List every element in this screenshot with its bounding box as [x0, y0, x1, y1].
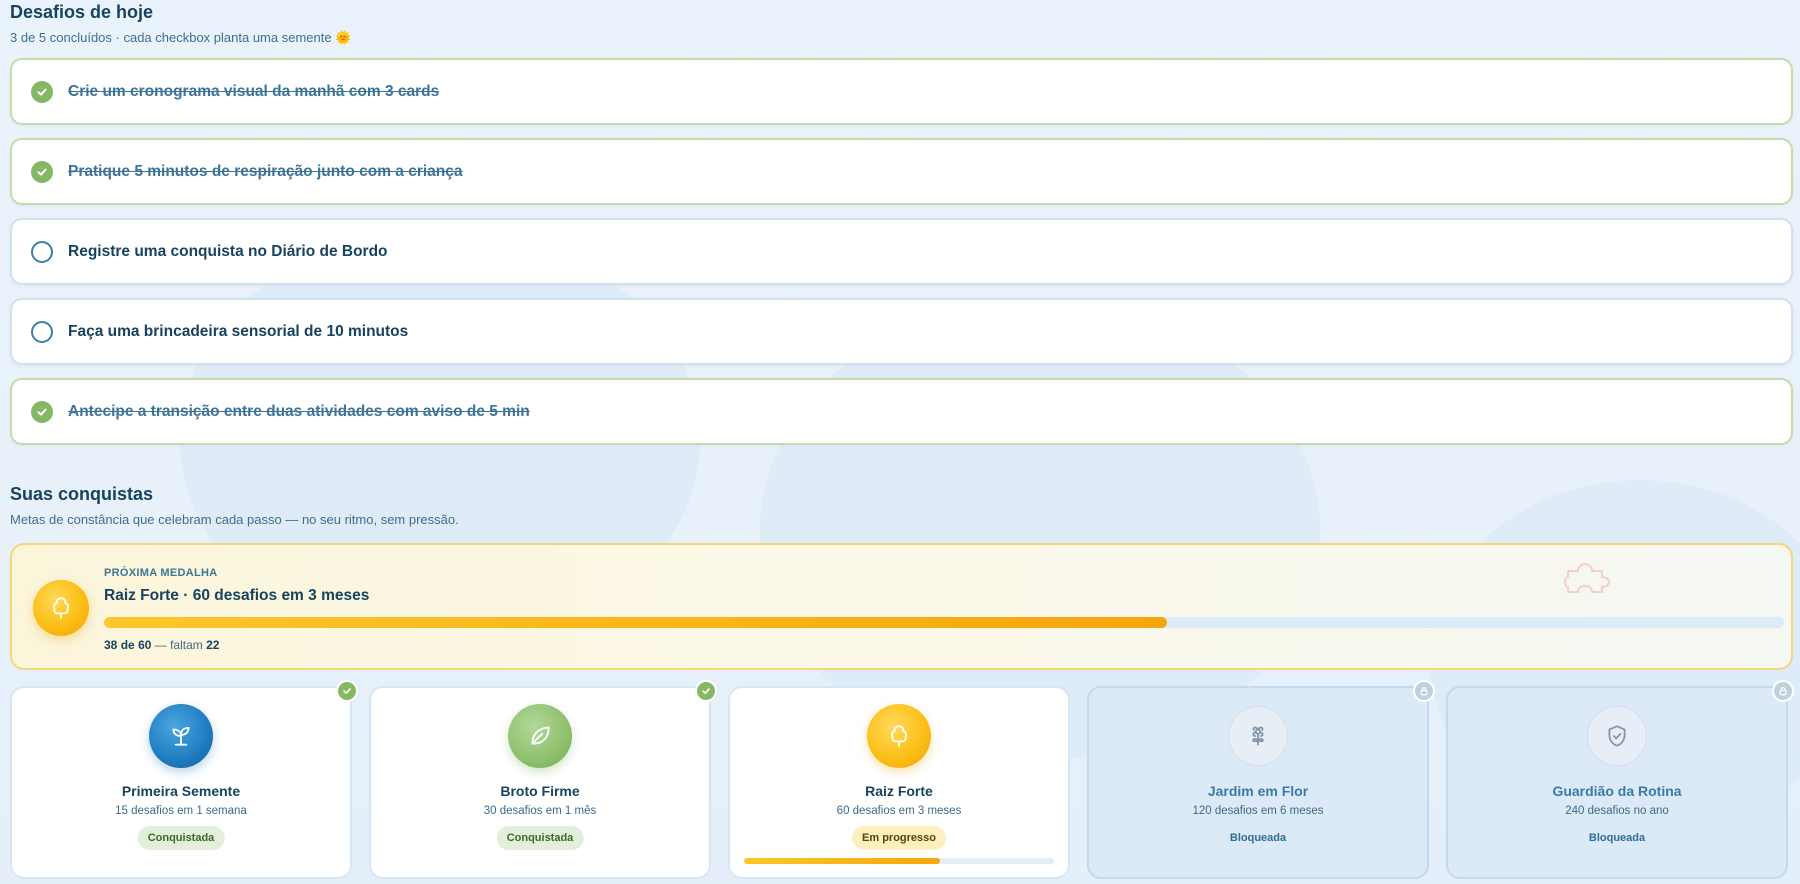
- count-separator: — faltam: [154, 638, 203, 652]
- challenge-text: Antecipe a transição entre duas atividad…: [68, 402, 530, 420]
- total-count: 60: [138, 638, 152, 652]
- challenge-text: Faça uma brincadeira sensorial de 10 min…: [68, 322, 409, 340]
- challenge-item[interactable]: Pratique 5 minutos de respiração junto c…: [10, 138, 1793, 205]
- unchecked-checkbox-icon[interactable]: [31, 320, 53, 343]
- leaf-icon: [508, 704, 572, 768]
- flower-icon: [1228, 706, 1288, 766]
- challenge-item[interactable]: Crie um cronograma visual da manhã com 3…: [10, 58, 1793, 125]
- medals-grid: Primeira Semente 15 desafios em 1 semana…: [10, 680, 1794, 879]
- medal-card-broto-firme[interactable]: Broto Firme 30 desafios em 1 mês Conquis…: [369, 680, 717, 879]
- challenge-item[interactable]: Registre uma conquista no Diário de Bord…: [10, 218, 1793, 285]
- medal-name: Broto Firme: [500, 783, 580, 799]
- medal-description: 15 desafios em 1 semana: [115, 805, 247, 817]
- achievements-title: Suas conquistas: [10, 484, 154, 504]
- check-badge-icon: [336, 680, 358, 702]
- medal-status-badge: Conquistada: [496, 826, 584, 850]
- next-medal-progress-bar: [104, 617, 1784, 628]
- shield-icon: [1587, 706, 1647, 766]
- medal-card-guardiao-da-rotina[interactable]: Guardião da Rotina 240 desafios no ano B…: [1446, 680, 1794, 879]
- checked-checkbox-icon[interactable]: [31, 80, 53, 103]
- next-medal-progress-fill: [104, 617, 1168, 628]
- next-medal-eyebrow: PRÓXIMA MEDALHA: [104, 567, 218, 579]
- medal-card-primeira-semente[interactable]: Primeira Semente 15 desafios em 1 semana…: [10, 680, 358, 879]
- medal-progress-fill: [744, 858, 941, 864]
- medal-description: 60 desafios em 3 meses: [836, 805, 962, 817]
- medal-status-badge: Em progresso: [852, 826, 946, 850]
- checked-checkbox-icon[interactable]: [31, 160, 53, 183]
- unchecked-checkbox-icon[interactable]: [31, 240, 53, 263]
- medal-name: Guardião da Rotina: [1552, 783, 1682, 799]
- medal-status-badge: Bloqueada: [1229, 832, 1287, 844]
- next-medal-count: 38 de 60 — faltam 22: [104, 638, 219, 652]
- challenges-subtitle: 3 de 5 concluídos · cada checkbox planta…: [10, 30, 352, 45]
- challenges-list: Crie um cronograma visual da manhã com 3…: [10, 58, 1793, 445]
- count-prefix: de: [120, 638, 135, 652]
- remaining-count: 22: [206, 638, 220, 652]
- medal-name: Raiz Forte: [865, 783, 933, 799]
- checked-checkbox-icon[interactable]: [31, 400, 53, 423]
- challenge-text: Pratique 5 minutos de respiração junto c…: [68, 162, 463, 180]
- medal-progress-bar: [744, 858, 1054, 864]
- lock-icon: [1413, 680, 1435, 702]
- achievements-subtitle: Metas de constância que celebram cada pa…: [10, 512, 459, 527]
- check-badge-icon: [695, 680, 717, 702]
- challenge-text: Crie um cronograma visual da manhã com 3…: [68, 82, 440, 100]
- current-count: 38: [104, 638, 118, 652]
- sprout-icon: [149, 704, 213, 768]
- challenge-item[interactable]: Faça uma brincadeira sensorial de 10 min…: [10, 298, 1793, 365]
- medal-status-badge: Bloqueada: [1588, 832, 1646, 844]
- tree-icon: [867, 704, 931, 768]
- medal-name: Jardim em Flor: [1207, 783, 1309, 799]
- medal-name: Primeira Semente: [121, 783, 241, 799]
- lock-icon: [1772, 680, 1794, 702]
- challenge-text: Registre uma conquista no Diário de Bord…: [68, 242, 388, 260]
- medal-status-badge: Conquistada: [137, 826, 225, 850]
- medal-card-jardim-em-flor[interactable]: Jardim em Flor 120 desafios em 6 meses B…: [1087, 680, 1435, 879]
- medal-description: 240 desafios no ano: [1565, 805, 1669, 817]
- challenge-item[interactable]: Antecipe a transição entre duas atividad…: [10, 378, 1793, 445]
- puzzle-icon: [1564, 563, 1610, 593]
- medal-description: 120 desafios em 6 meses: [1192, 805, 1324, 817]
- next-medal-card: PRÓXIMA MEDALHA Raiz Forte · 60 desafios…: [10, 543, 1793, 670]
- challenges-title: Desafios de hoje: [10, 2, 154, 22]
- medal-description: 30 desafios em 1 mês: [483, 805, 597, 817]
- tree-icon: [33, 580, 89, 636]
- next-medal-name: Raiz Forte · 60 desafios em 3 meses: [104, 587, 370, 604]
- medal-card-raiz-forte[interactable]: Raiz Forte 60 desafios em 3 meses Em pro…: [728, 686, 1070, 879]
